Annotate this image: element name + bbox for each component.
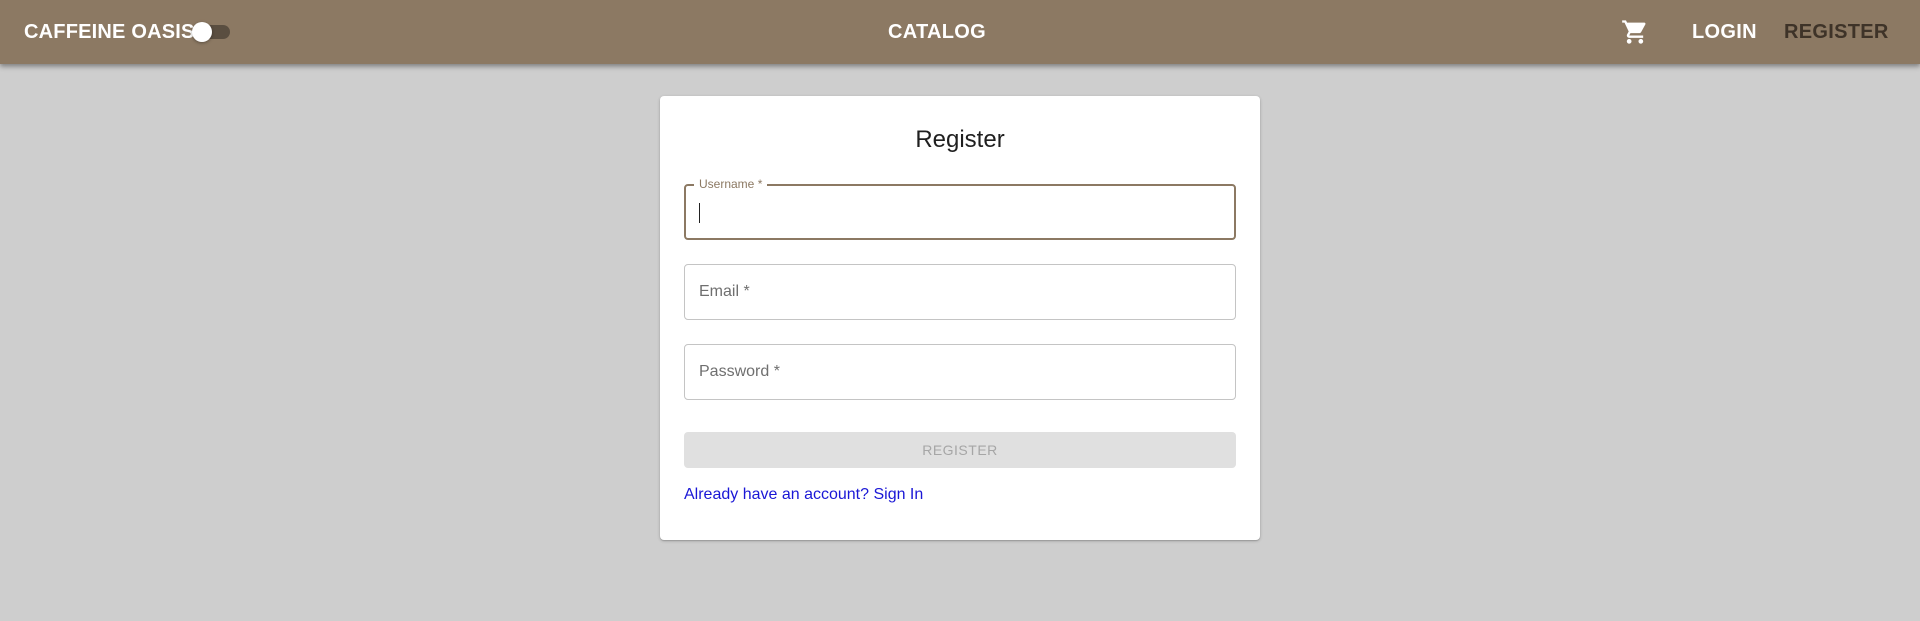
app-bar: CAFFEINE OASIS CATALOG LOGIN REGISTER [0,0,1920,64]
nav-catalog-link[interactable]: CATALOG [888,0,986,64]
theme-toggle-switch[interactable] [192,22,230,42]
toggle-thumb [192,22,212,42]
brand-title[interactable]: CAFFEINE OASIS [24,0,195,64]
sign-in-link[interactable]: Already have an account? Sign In [684,486,923,504]
shopping-cart-icon[interactable] [1621,18,1649,46]
text-caret [699,203,700,223]
password-field[interactable]: Password * [684,344,1236,400]
nav-login-link[interactable]: LOGIN [1692,0,1757,64]
email-field[interactable]: Email * [684,264,1236,320]
nav-register-link[interactable]: REGISTER [1784,0,1889,64]
register-submit-button[interactable]: REGISTER [684,432,1236,468]
email-placeholder: Email * [699,283,750,300]
username-field[interactable]: Username * [684,177,1236,240]
register-card: Register Username * Email * Password * R… [660,96,1260,540]
password-placeholder: Password * [699,363,780,380]
username-label: Username * [694,177,768,191]
page-title: Register [915,126,1005,153]
